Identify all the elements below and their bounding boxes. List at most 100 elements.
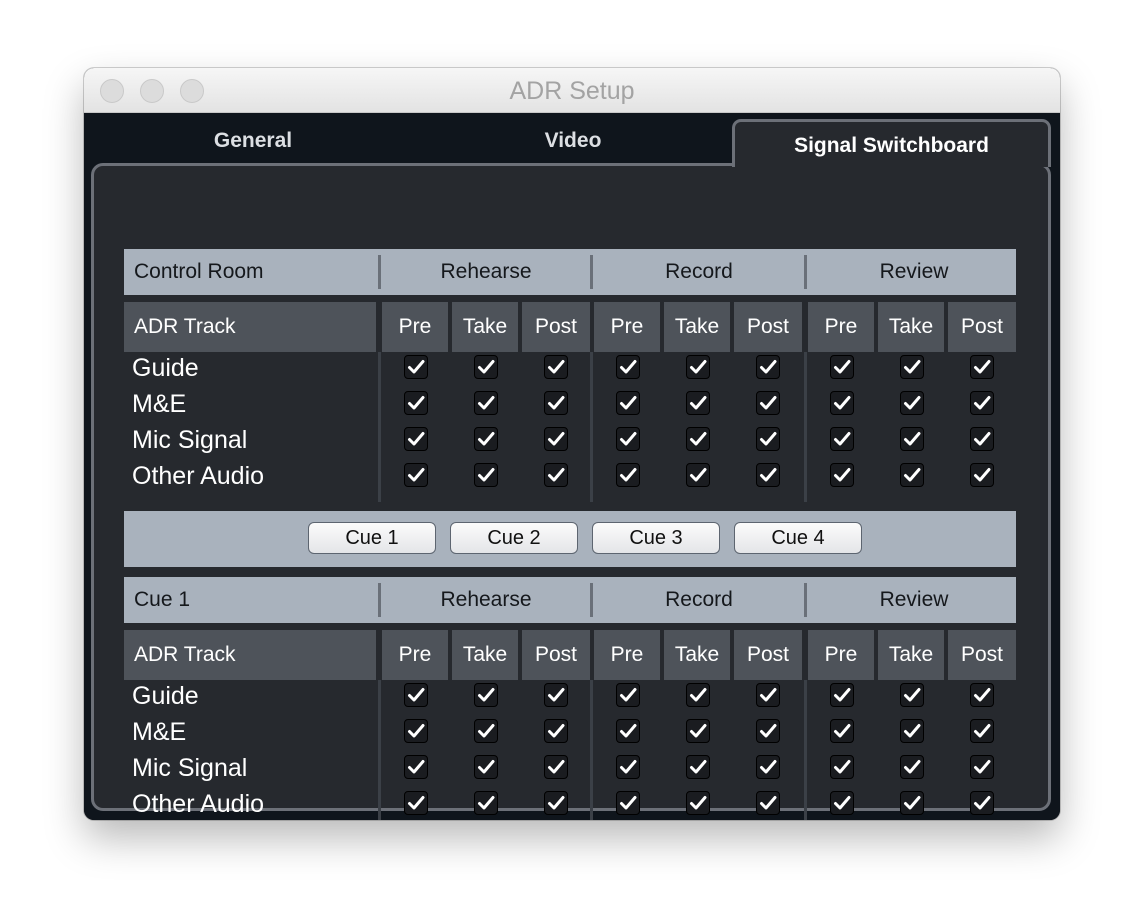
signal-checkbox[interactable] (900, 355, 924, 379)
signal-checkbox[interactable] (616, 391, 640, 415)
checkmark-icon (548, 724, 565, 738)
cue-button-1[interactable]: Cue 1 (308, 522, 436, 554)
signal-checkbox[interactable] (756, 355, 780, 379)
signal-checkbox[interactable] (686, 463, 710, 487)
signal-checkbox[interactable] (756, 391, 780, 415)
signal-checkbox[interactable] (830, 463, 854, 487)
signal-checkbox[interactable] (404, 791, 428, 815)
checkmark-icon (690, 396, 707, 410)
signal-checkbox[interactable] (474, 791, 498, 815)
signal-checkbox[interactable] (404, 755, 428, 779)
signal-checkbox[interactable] (474, 719, 498, 743)
cue-button-2[interactable]: Cue 2 (450, 522, 578, 554)
sub-column-header: Post (734, 630, 802, 680)
signal-checkbox[interactable] (616, 791, 640, 815)
signal-checkbox[interactable] (544, 719, 568, 743)
signal-checkbox[interactable] (474, 755, 498, 779)
signal-checkbox[interactable] (474, 355, 498, 379)
signal-checkbox[interactable] (900, 683, 924, 707)
signal-checkbox[interactable] (474, 683, 498, 707)
signal-checkbox[interactable] (900, 755, 924, 779)
signal-checkbox[interactable] (404, 391, 428, 415)
signal-checkbox[interactable] (970, 683, 994, 707)
column-group-header: Record (665, 260, 733, 283)
signal-checkbox[interactable] (544, 391, 568, 415)
signal-checkbox[interactable] (544, 427, 568, 451)
signal-checkbox[interactable] (544, 755, 568, 779)
signal-checkbox[interactable] (756, 755, 780, 779)
signal-checkbox[interactable] (686, 391, 710, 415)
signal-checkbox[interactable] (544, 463, 568, 487)
tab-video[interactable]: Video (414, 117, 732, 165)
signal-checkbox[interactable] (404, 463, 428, 487)
signal-checkbox[interactable] (616, 755, 640, 779)
row-label: Mic Signal (132, 754, 248, 782)
signal-checkbox[interactable] (616, 683, 640, 707)
signal-checkbox[interactable] (474, 463, 498, 487)
sub-column-header: Pre (382, 302, 448, 352)
cue-button-3[interactable]: Cue 3 (592, 522, 720, 554)
signal-checkbox[interactable] (686, 719, 710, 743)
signal-checkbox[interactable] (900, 719, 924, 743)
window-title: ADR Setup (509, 77, 635, 105)
checkmark-icon (974, 396, 991, 410)
checkmark-icon (690, 760, 707, 774)
signal-checkbox[interactable] (970, 719, 994, 743)
column-group-header: Review (879, 588, 949, 611)
signal-checkbox[interactable] (686, 683, 710, 707)
signal-checkbox[interactable] (616, 463, 640, 487)
signal-checkbox[interactable] (544, 355, 568, 379)
header-divider (378, 583, 381, 617)
tab-signal-switchboard[interactable]: Signal Switchboard (732, 119, 1051, 167)
signal-checkbox[interactable] (970, 355, 994, 379)
checkmark-icon (478, 432, 495, 446)
signal-checkbox[interactable] (756, 427, 780, 451)
signal-checkbox[interactable] (756, 791, 780, 815)
signal-checkbox[interactable] (830, 427, 854, 451)
checkmark-icon (478, 724, 495, 738)
signal-checkbox[interactable] (830, 791, 854, 815)
signal-checkbox[interactable] (970, 755, 994, 779)
checkmark-icon (620, 688, 637, 702)
checkmark-icon (760, 360, 777, 374)
signal-checkbox[interactable] (900, 791, 924, 815)
signal-checkbox[interactable] (404, 355, 428, 379)
cue-button-4[interactable]: Cue 4 (734, 522, 862, 554)
signal-checkbox[interactable] (404, 427, 428, 451)
signal-checkbox[interactable] (970, 791, 994, 815)
sub-column-header: Take (878, 630, 944, 680)
signal-checkbox[interactable] (900, 391, 924, 415)
signal-checkbox[interactable] (756, 683, 780, 707)
signal-checkbox[interactable] (686, 755, 710, 779)
signal-checkbox[interactable] (544, 791, 568, 815)
sub-column-header: Post (948, 630, 1016, 680)
checkmark-icon (904, 796, 921, 810)
signal-checkbox[interactable] (544, 683, 568, 707)
signal-checkbox[interactable] (616, 719, 640, 743)
signal-checkbox[interactable] (616, 355, 640, 379)
signal-checkbox[interactable] (404, 683, 428, 707)
tab-general[interactable]: General (84, 117, 422, 165)
signal-checkbox[interactable] (970, 391, 994, 415)
signal-checkbox[interactable] (686, 427, 710, 451)
signal-checkbox[interactable] (474, 427, 498, 451)
signal-checkbox[interactable] (616, 427, 640, 451)
signal-checkbox[interactable] (830, 355, 854, 379)
signal-checkbox[interactable] (830, 755, 854, 779)
signal-checkbox[interactable] (404, 719, 428, 743)
signal-checkbox[interactable] (830, 683, 854, 707)
signal-checkbox[interactable] (756, 463, 780, 487)
signal-checkbox[interactable] (474, 391, 498, 415)
signal-checkbox[interactable] (970, 427, 994, 451)
checkmark-icon (690, 796, 707, 810)
signal-checkbox[interactable] (900, 463, 924, 487)
signal-checkbox[interactable] (830, 391, 854, 415)
column-divider (378, 680, 381, 820)
signal-checkbox[interactable] (970, 463, 994, 487)
signal-checkbox[interactable] (830, 719, 854, 743)
signal-checkbox[interactable] (686, 355, 710, 379)
signal-checkbox[interactable] (756, 719, 780, 743)
signal-checkbox[interactable] (900, 427, 924, 451)
signal-checkbox[interactable] (686, 791, 710, 815)
column-divider (378, 352, 381, 502)
